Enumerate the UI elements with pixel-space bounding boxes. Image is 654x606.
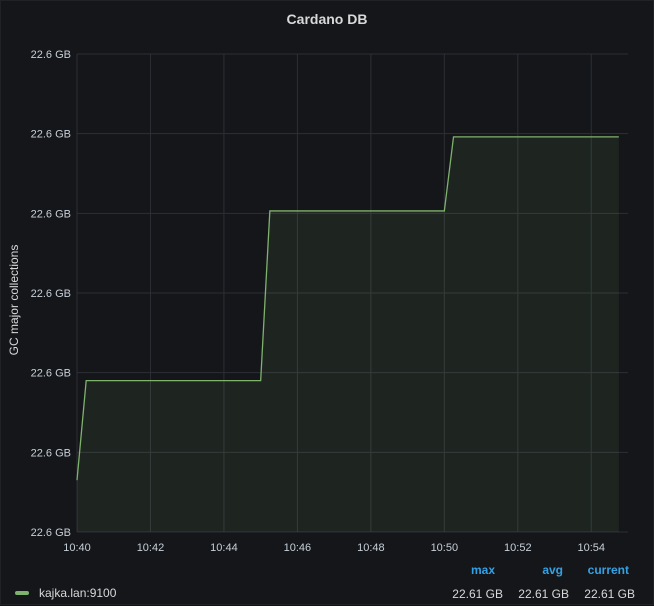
y-tick-label: 22.6 GB: [31, 447, 71, 459]
y-tick-label: 22.6 GB: [31, 368, 71, 380]
y-tick-label: 22.6 GB: [31, 129, 71, 141]
y-tick-label: 22.6 GB: [31, 208, 71, 220]
y-tick-label: 22.6 GB: [31, 288, 71, 300]
graph-panel: Cardano DB 22.6 GB 22.6 GB 22.6 GB 22.6 GB 2…: [0, 0, 654, 605]
x-tick-label: 10:40: [63, 542, 91, 554]
legend-header-avg[interactable]: avg: [509, 563, 563, 577]
y-tick-label: 22.6 GB: [31, 49, 71, 61]
x-tick-label: 10:48: [357, 542, 385, 554]
legend-value-current: 22.61 GB: [584, 587, 635, 601]
x-tick-label: 10:46: [284, 542, 312, 554]
x-tick-label: 10:42: [137, 542, 165, 554]
legend-header-max[interactable]: max: [441, 563, 495, 577]
x-tick-label: 10:50: [431, 542, 459, 554]
series-area-fill: [77, 136, 619, 532]
y-axis-label: GC major collections: [7, 244, 21, 356]
legend-item[interactable]: kajka.lan:9100: [15, 586, 116, 600]
legend-series-swatch: [15, 591, 29, 595]
legend-header-current[interactable]: current: [571, 563, 629, 577]
y-tick-label: 22.6 GB: [31, 527, 71, 539]
x-tick-label: 10:52: [504, 542, 532, 554]
x-tick-label: 10:44: [210, 542, 238, 554]
legend-value-max: 22.61 GB: [452, 587, 503, 601]
legend-value-avg: 22.61 GB: [518, 587, 569, 601]
chart-area[interactable]: 22.6 GB 22.6 GB 22.6 GB 22.6 GB 22.6 GB 22.6 …: [1, 1, 654, 606]
legend-series-name: kajka.lan:9100: [39, 586, 117, 600]
x-tick-label: 10:54: [578, 542, 606, 554]
